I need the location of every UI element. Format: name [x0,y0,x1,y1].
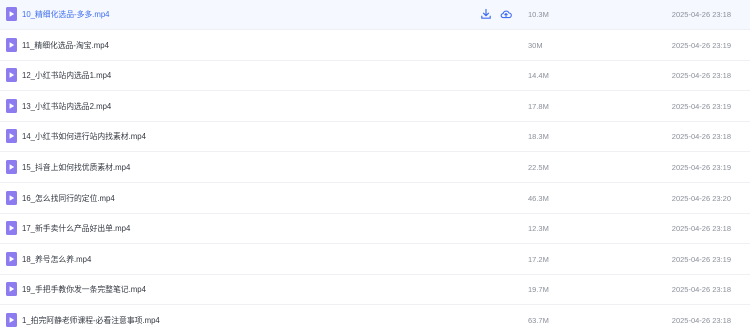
file-size: 46.3M [528,193,549,203]
file-name[interactable]: 19_手把手教你发一条完整笔记.mp4 [22,275,146,305]
file-size: 30M [528,40,543,50]
video-file-icon [6,190,17,205]
file-modified-time: 2025-04-26 23:20 [671,193,731,203]
file-row[interactable]: 18_养号怎么养.mp4 17.2M 2025-04-26 23:19 [0,245,750,275]
video-file-icon [6,7,17,21]
file-name[interactable]: 10_精细化选品-多多.mp4 [22,0,110,30]
file-row[interactable]: 13_小红书站内选品2.mp4 17.8M 2025-04-26 23:19 [0,92,750,122]
file-name[interactable]: 14_小红书如何进行站内找素材.mp4 [22,122,146,152]
file-name[interactable]: 13_小红书站内选品2.mp4 [22,92,111,122]
video-file-icon [6,68,17,83]
file-name[interactable]: 12_小红书站内选品1.mp4 [22,61,111,91]
video-file-icon [6,221,17,236]
file-size: 22.5M [528,163,549,172]
file-row[interactable]: 17_新手卖什么产品好出单.mp4 12.3M 2025-04-26 23:18 [0,214,750,245]
file-row[interactable]: 14_小红书如何进行站内找素材.mp4 18.3M 2025-04-26 23:18 [0,122,750,153]
file-row[interactable]: 12_小红书站内选品1.mp4 14.4M 2025-04-26 23:18 [0,61,750,92]
cloud-save-icon[interactable] [500,8,512,20]
file-name[interactable]: 16_怎么找同行的定位.mp4 [22,184,115,214]
file-row[interactable]: 16_怎么找同行的定位.mp4 46.3M 2025-04-26 23:20 [0,184,750,214]
file-size: 14.4M [528,71,549,81]
file-modified-time: 2025-04-26 23:19 [671,163,731,172]
file-name[interactable]: 17_新手卖什么产品好出单.mp4 [22,214,130,244]
file-name[interactable]: 18_养号怎么养.mp4 [22,245,91,275]
video-file-icon [6,37,17,52]
file-modified-time: 2025-04-26 23:18 [671,132,731,142]
video-file-icon [6,313,17,327]
file-size: 18.3M [528,132,549,142]
video-file-icon [6,129,17,144]
file-row[interactable]: 1_拍完阿静老师课程-必看注意事项.mp4 63.7M 2025-04-26 23:… [0,306,750,334]
file-size: 63.7M [528,316,549,325]
video-file-icon [6,160,17,174]
file-modified-time: 2025-04-26 23:18 [671,71,731,81]
file-size: 17.8M [528,101,549,111]
file-modified-time: 2025-04-26 23:18 [671,285,731,295]
file-size: 12.3M [528,224,549,234]
file-modified-time: 2025-04-26 23:18 [671,10,731,19]
file-name[interactable]: 15_抖音上如何找优质素材.mp4 [22,153,130,183]
file-list: 10_精细化选品-多多.mp4 10.3M 2025-04-26 23:18 11_精… [0,0,750,334]
video-file-icon [6,282,17,297]
file-row[interactable]: 15_抖音上如何找优质素材.mp4 22.5M 2025-04-26 23:19 [0,153,750,183]
video-file-icon [6,98,17,113]
file-modified-time: 2025-04-26 23:19 [671,40,731,50]
file-modified-time: 2025-04-26 23:19 [671,101,731,111]
file-name[interactable]: 11_精细化选品-淘宝.mp4 [22,31,109,61]
row-actions [480,7,512,21]
file-modified-time: 2025-04-26 23:19 [671,254,731,264]
file-modified-time: 2025-04-26 23:18 [671,224,731,234]
file-row[interactable]: 10_精细化选品-多多.mp4 10.3M 2025-04-26 23:18 [0,0,750,30]
file-row[interactable]: 11_精细化选品-淘宝.mp4 30M 2025-04-26 23:19 [0,31,750,61]
file-row[interactable]: 19_手把手教你发一条完整笔记.mp4 19.7M 2025-04-26 23:18 [0,275,750,306]
video-file-icon [6,251,17,266]
file-size: 19.7M [528,285,549,295]
download-icon[interactable] [480,8,492,20]
file-size: 17.2M [528,254,549,264]
file-name[interactable]: 1_拍完阿静老师课程-必看注意事项.mp4 [22,306,160,334]
file-size: 10.3M [528,10,549,19]
file-modified-time: 2025-04-26 23:18 [671,316,731,325]
